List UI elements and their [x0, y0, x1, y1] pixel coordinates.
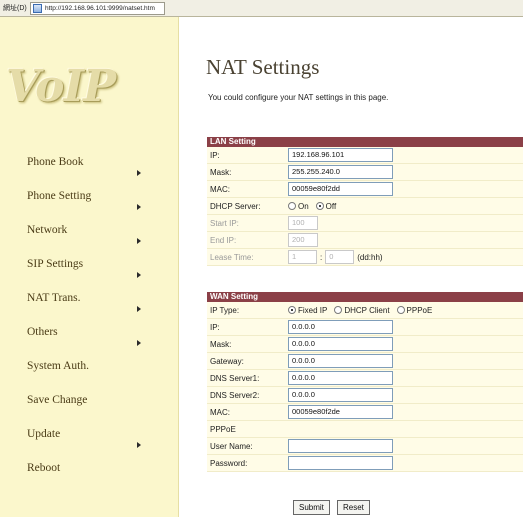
- dns1-label: DNS Server1:: [210, 374, 260, 383]
- wan-ip-row: IP: 0.0.0.0: [207, 319, 523, 336]
- gateway-row: Gateway: 0.0.0.0: [207, 353, 523, 370]
- chevron-right-icon[interactable]: [137, 306, 141, 312]
- sidebar-item-phone-setting[interactable]: Phone Setting: [27, 190, 91, 202]
- chevron-right-icon[interactable]: [137, 170, 141, 176]
- lease-time-row: Lease Time: 1 : 0 (dd:hh): [207, 249, 523, 266]
- chevron-right-icon[interactable]: [137, 204, 141, 210]
- user-name-row: User Name:: [207, 438, 523, 455]
- wan-mac-label: MAC:: [210, 408, 230, 417]
- start-ip-input[interactable]: 100: [288, 216, 318, 230]
- fixed-ip-label[interactable]: Fixed IP: [298, 306, 327, 315]
- main-content: NAT Settings You could configure your NA…: [180, 17, 523, 517]
- sidebar-item-phone-book[interactable]: Phone Book: [27, 156, 84, 168]
- dns2-row: DNS Server2: 0.0.0.0: [207, 387, 523, 404]
- wan-ip-input[interactable]: 0.0.0.0: [288, 320, 393, 334]
- dns1-input[interactable]: 0.0.0.0: [288, 371, 393, 385]
- sidebar-item-network[interactable]: Network: [27, 224, 67, 236]
- dns1-row: DNS Server1: 0.0.0.0: [207, 370, 523, 387]
- dhcp-off-radio[interactable]: [315, 202, 324, 210]
- dns2-input[interactable]: 0.0.0.0: [288, 388, 393, 402]
- wan-mask-input[interactable]: 0.0.0.0: [288, 337, 393, 351]
- lease-days-input[interactable]: 1: [288, 250, 317, 264]
- page-title: NAT Settings: [206, 55, 320, 79]
- end-ip-input[interactable]: 200: [288, 233, 318, 247]
- sidebar-item-update[interactable]: Update: [27, 428, 60, 440]
- page-icon: [33, 3, 42, 13]
- wan-ip-label: IP:: [210, 323, 220, 332]
- pppoe-option-label[interactable]: PPPoE: [407, 306, 433, 315]
- lease-time-label: Lease Time:: [210, 253, 254, 262]
- lan-setting-heading: LAN Setting: [207, 137, 523, 147]
- dhcp-server-label: DHCP Server:: [210, 202, 261, 211]
- url-field[interactable]: http://192.168.96.101:9999/natset.htm: [30, 1, 165, 15]
- lan-setting-section: LAN Setting IP: 192.168.96.101 Mask: 255…: [207, 137, 523, 266]
- wan-setting-section: WAN Setting IP Type: Fixed IP DHCP Clien…: [207, 292, 523, 472]
- logo-text: VoIP: [6, 61, 116, 112]
- sidebar-item-system-auth[interactable]: System Auth.: [27, 360, 89, 372]
- dns2-label: DNS Server2:: [210, 391, 260, 400]
- end-ip-label: End IP:: [210, 236, 237, 245]
- lan-ip-input[interactable]: 192.168.96.101: [288, 148, 393, 162]
- password-input[interactable]: [288, 456, 393, 470]
- wan-setting-heading: WAN Setting: [207, 292, 523, 302]
- voip-logo: VoIP: [6, 61, 151, 121]
- sidebar-item-save-change[interactable]: Save Change: [27, 394, 87, 406]
- lan-ip-row: IP: 192.168.96.101: [207, 147, 523, 164]
- sidebar-item-nat-trans[interactable]: NAT Trans.: [27, 292, 80, 304]
- lease-unit: (dd:hh): [357, 252, 383, 262]
- fixed-ip-radio[interactable]: [288, 306, 296, 314]
- ip-type-row: IP Type: Fixed IP DHCP Client PPPoE: [207, 302, 523, 319]
- pppoe-radio[interactable]: [396, 306, 405, 314]
- wan-mask-label: Mask:: [210, 340, 232, 349]
- page-subtitle: You could configure your NAT settings in…: [208, 93, 389, 102]
- user-name-input[interactable]: [288, 439, 393, 453]
- dhcp-off-label[interactable]: Off: [326, 202, 337, 211]
- pppoe-row: PPPoE: [207, 421, 523, 438]
- lan-mask-input[interactable]: 255.255.240.0: [288, 165, 393, 179]
- pppoe-label: PPPoE: [210, 425, 236, 434]
- lan-mask-row: Mask: 255.255.240.0: [207, 164, 523, 181]
- lan-ip-label: IP:: [210, 151, 220, 160]
- gateway-input[interactable]: 0.0.0.0: [288, 354, 393, 368]
- dhcp-on-label[interactable]: On: [298, 202, 309, 211]
- gateway-label: Gateway:: [210, 357, 244, 366]
- dhcp-client-radio[interactable]: [334, 306, 343, 314]
- start-ip-label: Start IP:: [210, 219, 239, 228]
- chevron-right-icon[interactable]: [137, 272, 141, 278]
- dhcp-on-radio[interactable]: [288, 202, 296, 210]
- address-label: 網址(D): [3, 5, 27, 12]
- ip-type-label: IP Type:: [210, 306, 240, 315]
- wan-mac-row: MAC: 00059e80f2de: [207, 404, 523, 421]
- chevron-right-icon[interactable]: [137, 442, 141, 448]
- sidebar-item-others[interactable]: Others: [27, 326, 58, 338]
- lan-mac-input[interactable]: 00059e80f2dd: [288, 182, 393, 196]
- start-ip-row: Start IP: 100: [207, 215, 523, 232]
- chevron-right-icon[interactable]: [137, 340, 141, 346]
- wan-mac-input[interactable]: 00059e80f2de: [288, 405, 393, 419]
- sidebar-item-sip-settings[interactable]: SIP Settings: [27, 258, 83, 270]
- wan-mask-row: Mask: 0.0.0.0: [207, 336, 523, 353]
- submit-button[interactable]: Submit: [293, 500, 330, 515]
- user-name-label: User Name:: [210, 442, 253, 451]
- sidebar-item-reboot[interactable]: Reboot: [27, 462, 60, 474]
- lease-hours-input[interactable]: 0: [325, 250, 355, 264]
- address-bar: 網址(D) http://192.168.96.101:9999/natset.…: [0, 0, 523, 17]
- lan-mac-row: MAC: 00059e80f2dd: [207, 181, 523, 198]
- password-row: Password:: [207, 455, 523, 472]
- password-label: Password:: [210, 459, 248, 468]
- sidebar: VoIP Phone Book Phone Setting Network SI…: [0, 17, 179, 517]
- dhcp-client-label[interactable]: DHCP Client: [344, 306, 389, 315]
- lan-mac-label: MAC:: [210, 185, 230, 194]
- end-ip-row: End IP: 200: [207, 232, 523, 249]
- lan-mask-label: Mask:: [210, 168, 232, 177]
- chevron-right-icon[interactable]: [137, 238, 141, 244]
- url-text[interactable]: http://192.168.96.101:9999/natset.htm: [45, 5, 155, 12]
- reset-button[interactable]: Reset: [337, 500, 370, 515]
- dhcp-server-row: DHCP Server: On Off: [207, 198, 523, 215]
